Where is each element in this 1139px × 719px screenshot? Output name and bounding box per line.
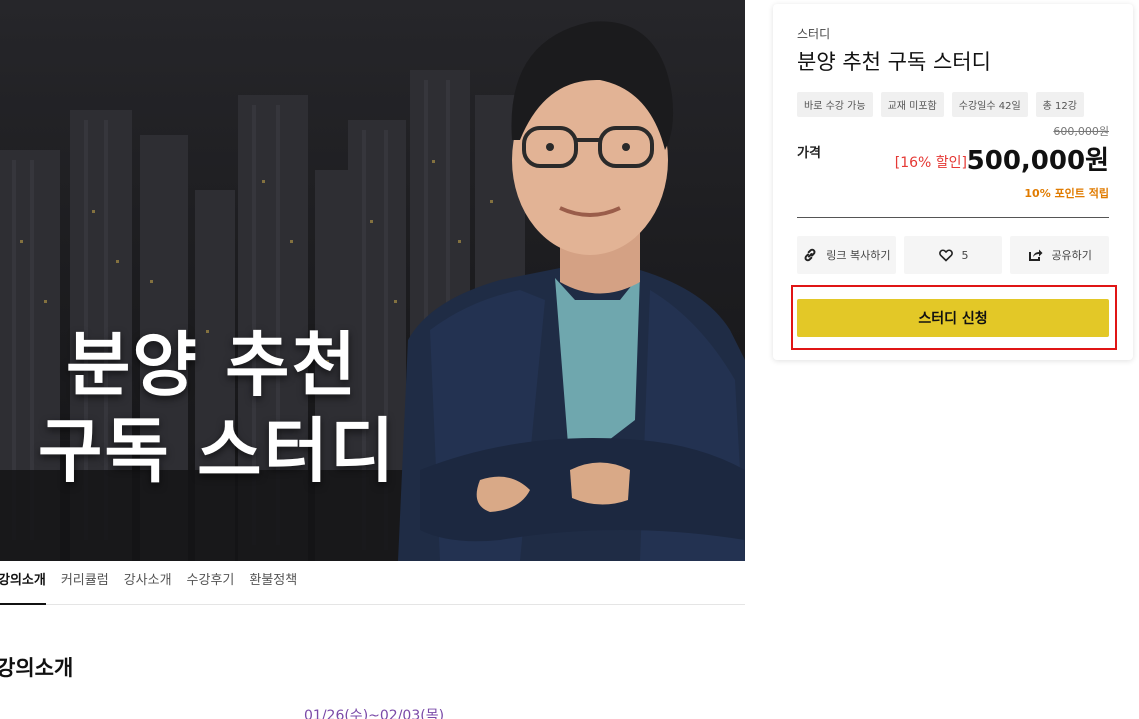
chip-duration: 수강일수 42일: [951, 92, 1028, 117]
sale-price: 500,000원: [966, 146, 1109, 176]
course-info-chips: 바로 수강 가능 교재 미포함 수강일수 42일 총 12강: [797, 92, 1084, 117]
schedule-dates: 01/26(수)~02/03(목): [304, 708, 445, 719]
banner-title-line-1: 분양 추천: [66, 324, 358, 406]
tab-curriculum[interactable]: 커리큘럼: [61, 561, 109, 605]
course-banner: 분양 추천 구독 스터디: [0, 0, 745, 561]
link-icon: [804, 248, 816, 262]
banner-title-line-2: 구독 스터디: [38, 410, 397, 492]
share-icon: [1029, 249, 1043, 261]
like-count: 5: [961, 248, 969, 262]
original-price: 600,000원: [1053, 125, 1109, 138]
like-button[interactable]: 5: [903, 236, 1003, 274]
price-label: 가격: [797, 146, 821, 161]
tab-refund-policy[interactable]: 환불정책: [249, 561, 297, 605]
tab-reviews[interactable]: 수강후기: [187, 561, 235, 605]
chip-textbook: 교재 미포함: [880, 92, 944, 117]
copy-link-label: 링크 복사하기: [826, 249, 891, 262]
section-title: 강의소개: [0, 656, 74, 680]
points-reward: 10% 포인트 적립: [1024, 187, 1109, 200]
share-button[interactable]: 공유하기: [1010, 236, 1110, 274]
course-title: 분양 추천 구독 스터디: [797, 50, 991, 74]
copy-link-button[interactable]: 링크 복사하기: [797, 236, 896, 274]
course-tabs: 강의소개 커리큘럼 강사소개 수강후기 환불정책: [0, 561, 745, 605]
course-category: 스터디: [797, 27, 831, 41]
discount-rate: [16% 할인]: [894, 155, 967, 171]
banner-title: 분양 추천 구독 스터디: [38, 322, 396, 494]
chip-lecture-count: 총 12강: [1035, 92, 1084, 117]
tab-instructor[interactable]: 강사소개: [124, 561, 172, 605]
price-divider: [797, 217, 1109, 218]
heart-icon: [938, 249, 953, 262]
apply-study-button[interactable]: 스터디 신청: [797, 299, 1109, 337]
tab-course-intro[interactable]: 강의소개: [0, 561, 46, 605]
chip-instant-access: 바로 수강 가능: [797, 92, 873, 117]
share-label: 공유하기: [1051, 249, 1092, 262]
action-buttons: 링크 복사하기 5 공유하기: [797, 236, 1110, 274]
course-purchase-card: 스터디 분양 추천 구독 스터디 바로 수강 가능 교재 미포함 수강일수 42…: [773, 4, 1133, 360]
